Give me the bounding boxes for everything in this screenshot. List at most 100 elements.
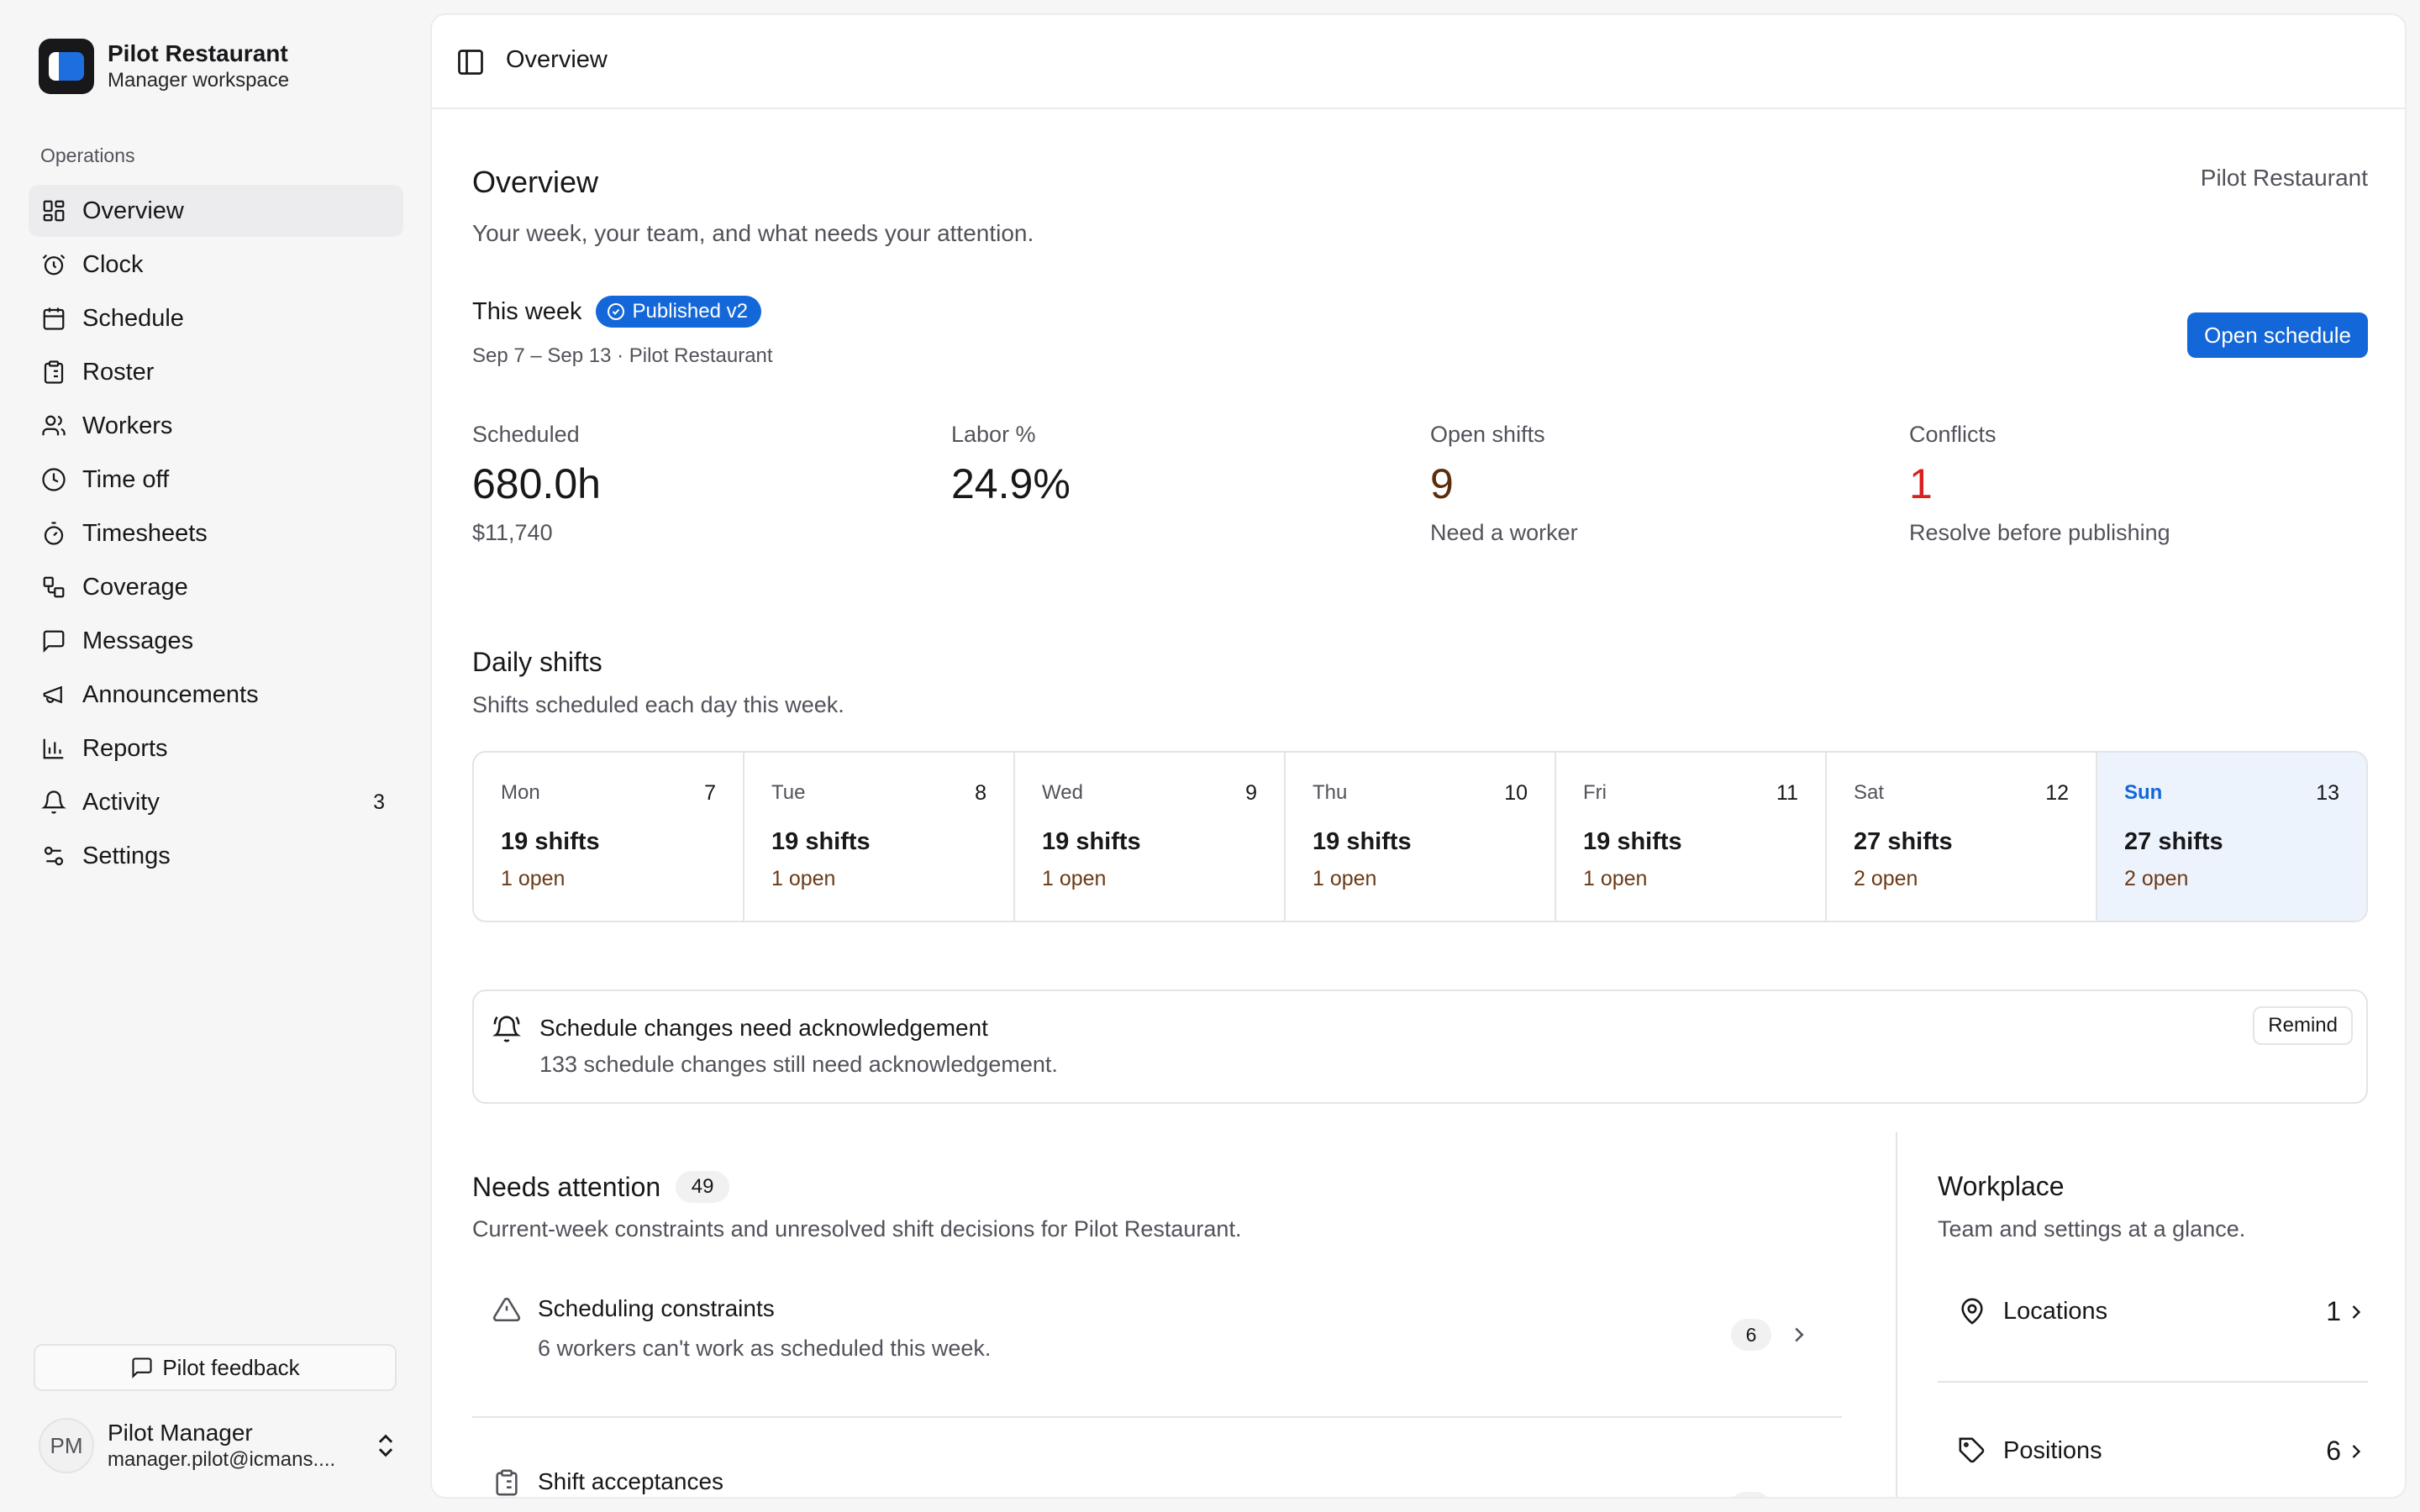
section-title-needs-attention: Needs attention	[472, 1171, 661, 1202]
stat-conflicts: Conflicts 1 Resolve before publishing	[1909, 422, 2380, 546]
section-subtitle-workplace: Team and settings at a glance.	[1938, 1216, 2246, 1242]
sidebar-item-reports[interactable]: Reports	[29, 722, 403, 774]
megaphone-icon	[40, 681, 67, 708]
attention-item-count: 43	[1729, 1492, 1771, 1497]
sidebar-item-label: Overview	[82, 197, 184, 224]
bell-ring-icon	[492, 1016, 521, 1042]
attention-item-title: Scheduling constraints	[538, 1295, 775, 1321]
activity-count-badge: 3	[373, 790, 385, 814]
alert-subtitle: 133 schedule changes still need acknowle…	[539, 1052, 1058, 1077]
stat-value: 24.9%	[951, 460, 1071, 507]
day-card-fri[interactable]: Fri 11 19 shifts 1 open	[1556, 753, 1827, 921]
sidebar-item-settings[interactable]: Settings	[29, 830, 403, 882]
section-title-workplace: Workplace	[1938, 1171, 2065, 1201]
stat-label: Conflicts	[1909, 422, 1996, 447]
clipboard-icon	[496, 1469, 518, 1496]
acknowledgement-alert: Schedule changes need acknowledgement 13…	[472, 990, 2368, 1104]
workspace-switcher[interactable]: Pilot Restaurant Manager workspace	[39, 39, 289, 94]
sidebar-item-clock[interactable]: Clock	[29, 239, 403, 291]
sidebar-item-label: Messages	[82, 627, 194, 654]
sidebar-item-workers[interactable]: Workers	[29, 400, 403, 452]
page-subtitle: Your week, your team, and what needs you…	[472, 220, 1034, 246]
alert-title: Schedule changes need acknowledgement	[539, 1015, 988, 1041]
stat-value: 680.0h	[472, 460, 601, 507]
topbar: Overview	[432, 15, 2405, 109]
stat-note: Resolve before publishing	[1909, 520, 2170, 545]
breadcrumb: Overview	[506, 46, 608, 73]
location-label: Pilot Restaurant	[2200, 165, 2368, 191]
workplace-item-positions[interactable]: Positions 6	[1938, 1426, 2368, 1477]
needs-attention-heading: Needs attention 49	[472, 1171, 730, 1203]
chevron-right-icon	[2352, 1445, 2361, 1458]
attention-item-shift-acceptances[interactable]: Shift acceptances 43	[472, 1468, 1842, 1499]
sidebar-item-label: Reports	[82, 734, 168, 762]
brand-subtitle: Manager workspace	[108, 69, 290, 92]
section-subtitle-needs-attention: Current-week constraints and unresolved …	[472, 1216, 1242, 1242]
needs-attention-count: 49	[676, 1171, 730, 1203]
bar-chart-icon	[40, 735, 67, 762]
divider	[1938, 1381, 2368, 1383]
workplace-item-value: 6	[2326, 1436, 2341, 1466]
divider	[472, 1416, 1842, 1418]
daily-shifts-grid: Mon 7 19 shifts 1 open Tue 8 19 shifts 1 ope…	[472, 751, 2368, 922]
sidebar-item-label: Workers	[82, 412, 173, 439]
day-card-mon[interactable]: Mon 7 19 shifts 1 open	[474, 753, 744, 921]
workplace-item-locations[interactable]: Locations 1	[1938, 1287, 2368, 1337]
clock-icon	[40, 466, 67, 493]
pilot-feedback-button[interactable]: Pilot feedback	[34, 1344, 397, 1391]
day-card-wed[interactable]: Wed 9 19 shifts 1 open	[1015, 753, 1286, 921]
week-title: This week	[472, 297, 582, 325]
clipboard-icon	[40, 359, 67, 386]
sidebar-item-label: Activity	[82, 788, 160, 816]
sidebar-item-overview[interactable]: Overview	[29, 185, 403, 237]
sidebar-item-messages[interactable]: Messages	[29, 615, 403, 667]
chevron-right-icon	[1795, 1327, 1804, 1342]
sidebar-item-label: Time off	[82, 465, 170, 493]
nav-group-label: Operations	[40, 144, 135, 166]
remind-button[interactable]: Remind	[2253, 1006, 2353, 1045]
sidebar-item-announcements[interactable]: Announcements	[29, 669, 403, 721]
check-circle-icon	[607, 303, 624, 320]
day-card-thu[interactable]: Thu 10 19 shifts 1 open	[1286, 753, 1556, 921]
stat-label: Open shifts	[1430, 422, 1545, 447]
stat-note: Need a worker	[1430, 520, 1578, 545]
message-icon	[40, 627, 67, 654]
grid-icon	[40, 197, 67, 224]
sidebar-item-time-off[interactable]: Time off	[29, 454, 403, 506]
map-pin-icon	[1961, 1298, 1983, 1325]
page-title: Overview	[472, 165, 599, 199]
day-card-tue[interactable]: Tue 8 19 shifts 1 open	[744, 753, 1015, 921]
stat-label: Scheduled	[472, 422, 580, 447]
day-card-sun[interactable]: Sun 13 27 shifts 2 open	[2097, 753, 2366, 921]
sidebar-item-label: Clock	[82, 250, 144, 278]
chevron-right-icon	[1786, 1495, 1812, 1499]
day-card-sat[interactable]: Sat 12 27 shifts 2 open	[1827, 753, 2097, 921]
chevron-right-icon	[2352, 1305, 2361, 1319]
attention-item-title: Shift acceptances	[538, 1468, 724, 1494]
coverage-icon	[40, 574, 67, 601]
main-panel: Overview Overview Your week, your team, …	[430, 13, 2407, 1499]
workplace-item-label: Locations	[2003, 1298, 2108, 1325]
sidebar-item-activity[interactable]: Activity 3	[29, 776, 403, 828]
sidebar-item-label: Timesheets	[82, 519, 208, 547]
sidebar-item-schedule[interactable]: Schedule	[29, 292, 403, 344]
user-menu[interactable]: PM Pilot Manager manager.pilot@icmans...…	[39, 1416, 400, 1475]
sidebar-item-roster[interactable]: Roster	[29, 346, 403, 398]
status-badge: Published v2	[595, 296, 761, 328]
stat-value: 1	[1909, 460, 1933, 507]
attention-item-subtitle: 6 workers can't work as scheduled this w…	[538, 1336, 992, 1361]
sidebar-item-coverage[interactable]: Coverage	[29, 561, 403, 613]
sidebar-item-timesheets[interactable]: Timesheets	[29, 507, 403, 559]
sidebar-item-label: Roster	[82, 358, 155, 386]
sidebar: Pilot Restaurant Manager workspace Opera…	[0, 0, 429, 1512]
timer-icon	[40, 520, 67, 547]
open-schedule-button[interactable]: Open schedule	[2187, 312, 2368, 358]
users-icon	[40, 412, 67, 439]
attention-item-count: 6	[1731, 1319, 1771, 1351]
attention-item-scheduling-constraints[interactable]: Scheduling constraints 6 workers can't w…	[472, 1295, 1842, 1388]
stat-open-shifts: Open shifts 9 Need a worker	[1430, 422, 1901, 546]
sidebar-toggle-icon[interactable]	[455, 47, 486, 77]
stat-note: $11,740	[472, 520, 553, 545]
section-title-daily-shifts: Daily shifts	[472, 647, 602, 677]
warning-icon	[492, 1297, 521, 1322]
